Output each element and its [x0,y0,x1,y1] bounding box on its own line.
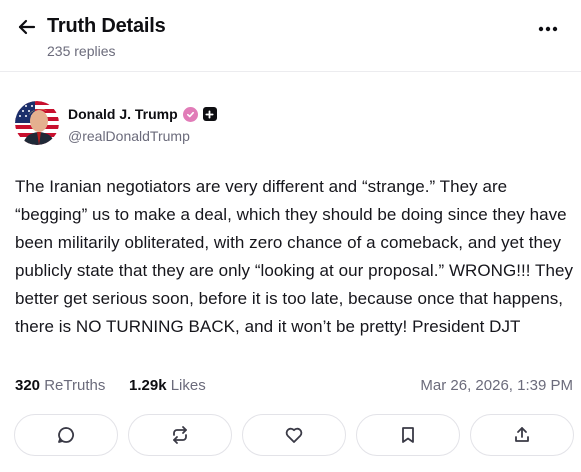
likes-count: 1.29k [129,377,167,394]
reply-button[interactable] [14,414,118,456]
post-body: The Iranian negotiators are very differe… [15,177,574,336]
author-name-row: Donald J. Trump [68,106,217,122]
likes-label: Likes [170,377,206,394]
retruths-count: 320 [15,377,41,394]
retruth-icon [173,426,187,444]
share-button[interactable] [470,414,574,456]
share-icon [515,427,529,442]
heart-icon [285,427,303,443]
post-timestamp: Mar 26, 2026, 1:39 PM [420,377,573,394]
replies-count: 235 replies [47,43,116,59]
author-name[interactable]: Donald J. Trump [68,106,178,122]
reply-icon [58,427,74,443]
plus-badge-icon [202,107,217,121]
more-horizontal-icon [538,26,558,32]
author-handle[interactable]: @realDonaldTrump [68,128,190,144]
back-button[interactable] [16,16,38,38]
retruth-button[interactable] [128,414,232,456]
arrow-left-icon [18,19,36,35]
bookmark-icon [402,427,414,443]
post-author: Donald J. Trump @realDonaldTrump [15,101,575,147]
likes-stat[interactable]: 1.29k Likes [129,377,206,394]
bookmark-button[interactable] [356,414,460,456]
action-bar [14,414,574,456]
like-button[interactable] [242,414,346,456]
top-bar: Truth Details 235 replies [0,0,581,72]
avatar[interactable] [15,101,59,145]
more-options-button[interactable] [537,18,559,40]
page-title: Truth Details [47,15,166,37]
retruths-label: ReTruths [44,377,106,394]
verified-check-icon [182,106,198,122]
retruths-stat[interactable]: 320 ReTruths [15,377,105,394]
post-stats: 320 ReTruths 1.29k Likes Mar 26, 2026, 1… [15,377,573,397]
